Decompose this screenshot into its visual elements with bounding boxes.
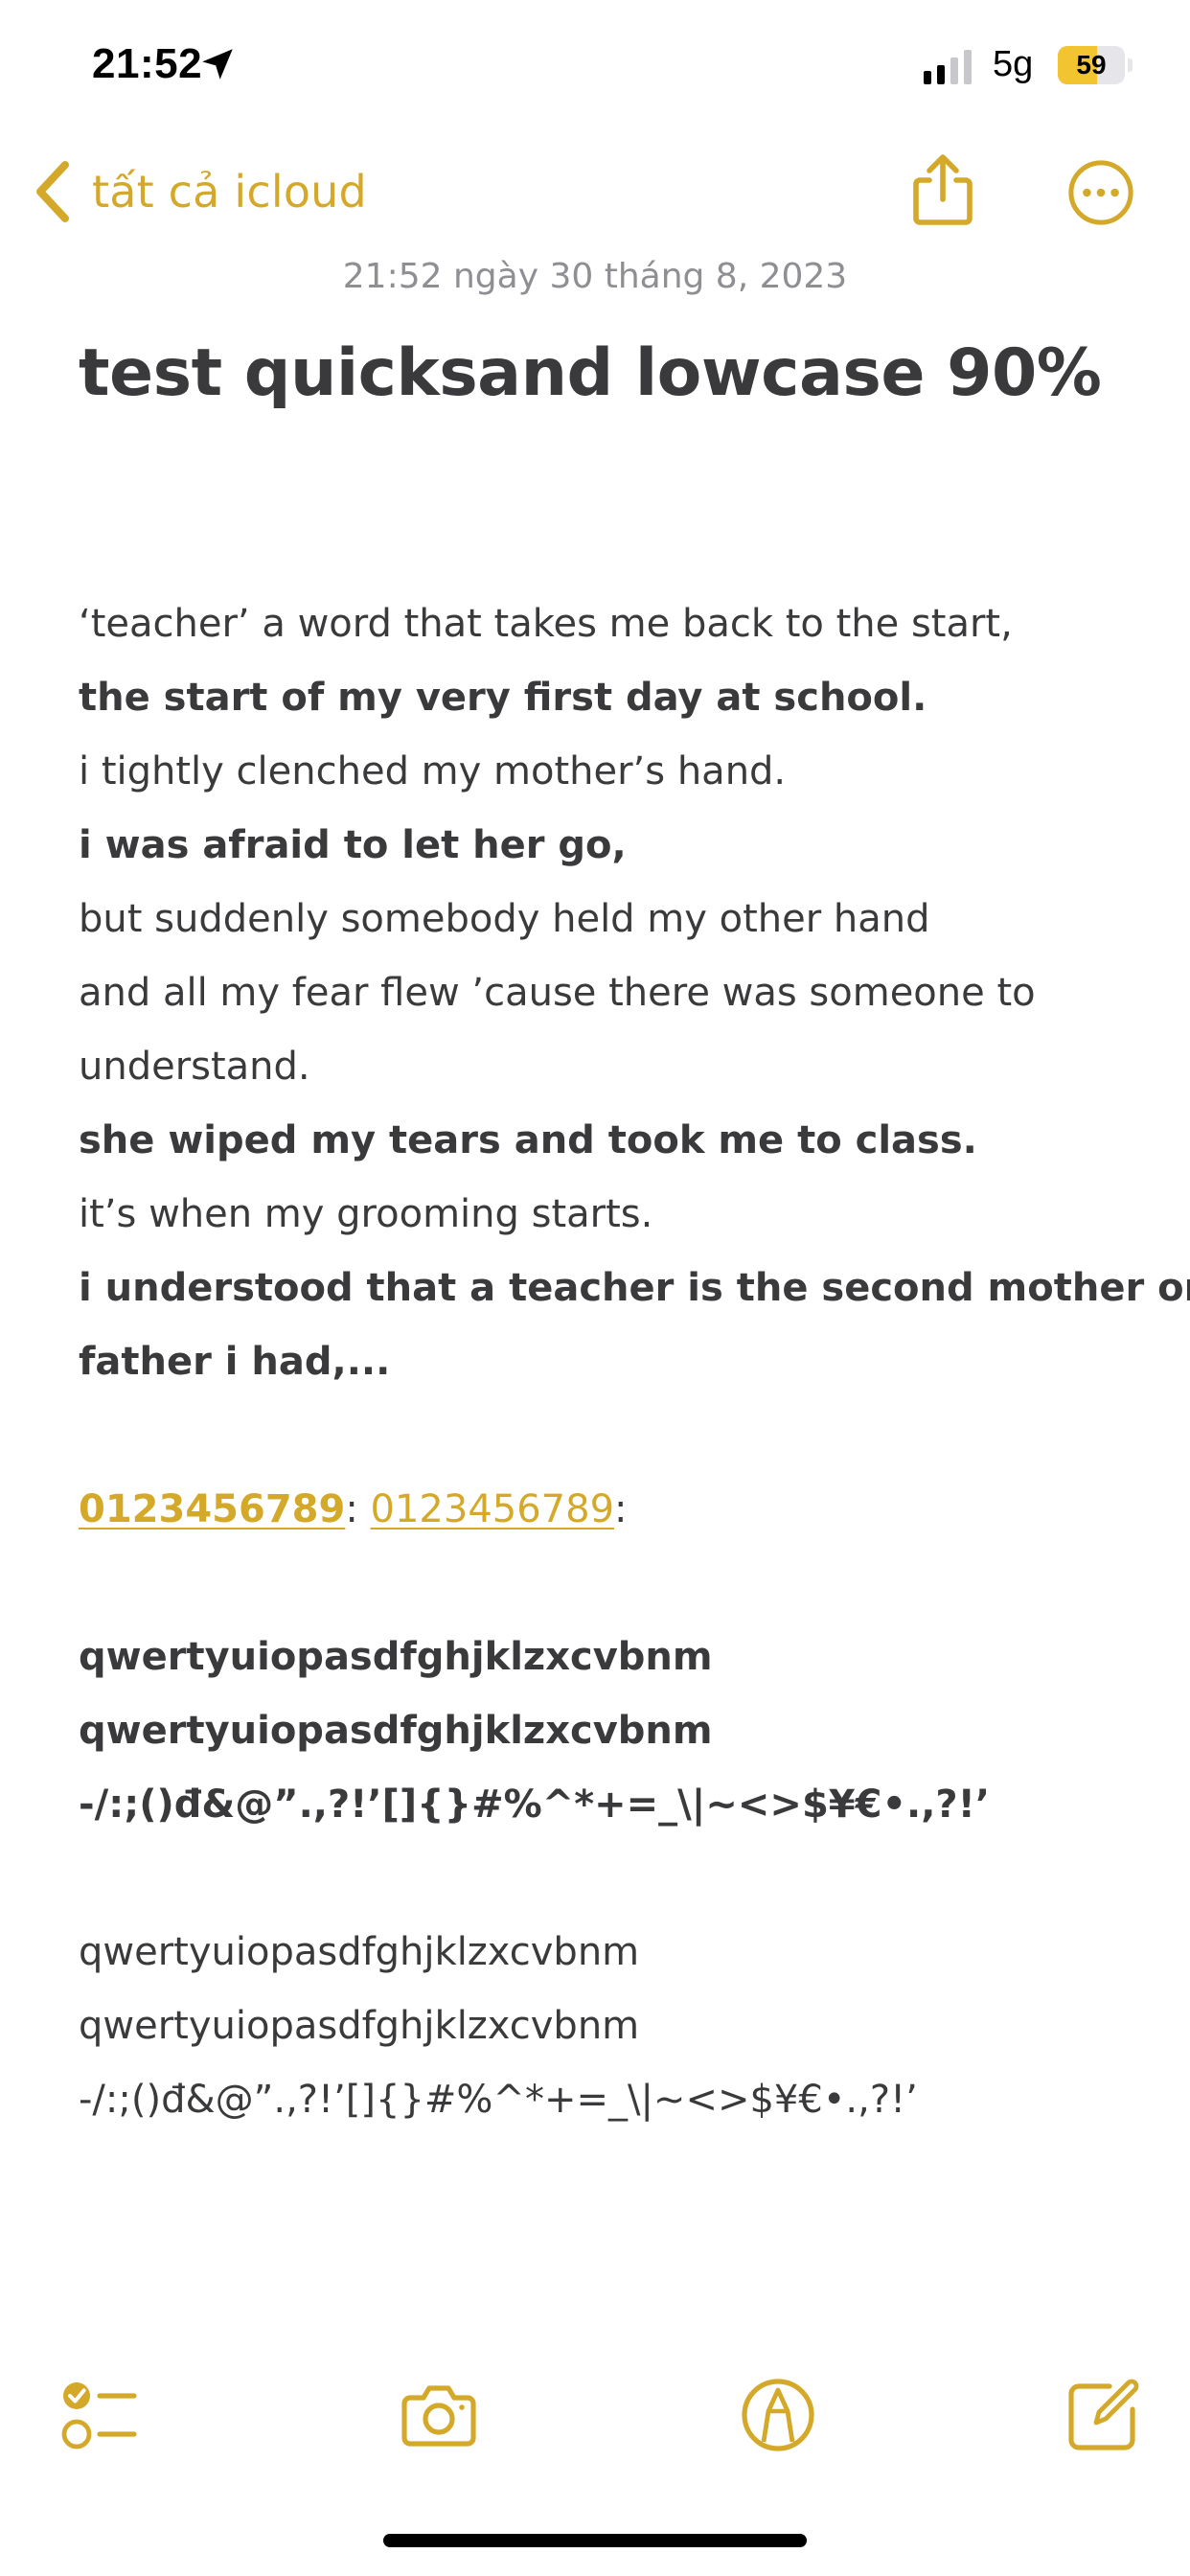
status-bar: 21:52 5g 59 (0, 0, 1190, 134)
note-line: -/:;()đ&@”.,?!’[]{}#%^*+=_\|~<>$¥€•.,?!’ (79, 1782, 991, 1827)
home-indicator[interactable] (383, 2534, 807, 2547)
chevron-left-icon (36, 161, 69, 222)
note-line: qwertyuiopasdfghjklzxcvbnm (79, 1635, 713, 1679)
note-line: qwertyuiopasdfghjklzxcvbnm (79, 1709, 713, 1753)
share-icon[interactable] (908, 151, 977, 228)
note-line: she wiped my tears and took me to class. (79, 1118, 977, 1162)
note-line: and all my fear flew ’cause there was so… (79, 971, 1036, 1015)
note-line: i tightly clenched my mother’s hand. (79, 749, 787, 794)
back-button-label: tất cả icloud (92, 166, 367, 218)
phone-link[interactable]: 0123456789 (371, 1487, 615, 1531)
compose-icon[interactable] (1064, 2375, 1144, 2455)
note-line: father i had,... (79, 1340, 391, 1384)
phone-line: 0123456789: 0123456789: (79, 1473, 1142, 1547)
phone-separator: : (345, 1487, 371, 1531)
note-line: i was afraid to let her go, (79, 823, 627, 867)
battery-level: 59 (1076, 50, 1107, 80)
markup-pen-icon[interactable] (738, 2375, 818, 2455)
note-line: it’s when my grooming starts. (79, 1192, 653, 1236)
note-line: ‘teacher’ a word that takes me back to t… (79, 602, 1013, 646)
location-arrow-icon (202, 49, 233, 80)
network-label: 5g (993, 44, 1034, 84)
note-line: qwertyuiopasdfghjklzxcvbnm (79, 2004, 640, 2048)
ellipsis-circle-icon[interactable] (1067, 159, 1134, 226)
note-line: i understood that a teacher is the secon… (79, 1266, 1190, 1310)
note-line: understand. (79, 1045, 310, 1089)
note-line: the start of my very first day at school… (79, 676, 927, 720)
note-line: qwertyuiopasdfghjklzxcvbnm (79, 1930, 640, 1974)
note-line: but suddenly somebody held my other hand (79, 897, 930, 941)
note-line: -/:;()đ&@”.,?!’[]{}#%^*+=_\|~<>$¥€•.,?!’ (79, 2078, 918, 2122)
cellular-signal-icon (924, 50, 972, 84)
status-time: 21:52 (92, 40, 203, 87)
note-body[interactable]: ‘teacher’ a word that takes me back to t… (79, 587, 1190, 2137)
phone-end: : (614, 1487, 628, 1531)
checklist-icon[interactable] (59, 2375, 140, 2455)
note-title[interactable]: test quicksand lowcase 90% (79, 335, 1102, 411)
camera-icon[interactable] (399, 2375, 479, 2455)
back-button[interactable]: tất cả icloud (34, 153, 367, 230)
phone-link[interactable]: 0123456789 (79, 1487, 345, 1531)
battery-indicator: 59 (1058, 46, 1134, 84)
note-date: 21:52 ngày 30 tháng 8, 2023 (342, 257, 848, 296)
